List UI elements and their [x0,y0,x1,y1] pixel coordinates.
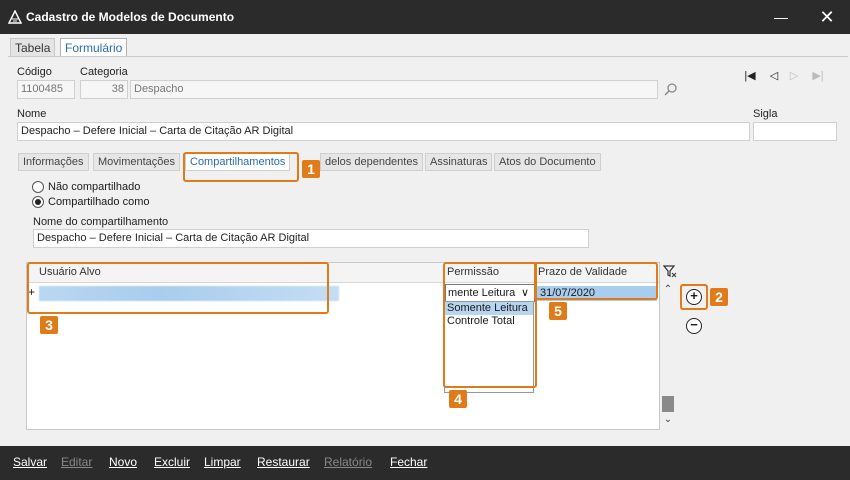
step-badge-3: 3 [40,316,58,334]
tab-atos-do-documento[interactable]: Atos do Documento [494,153,601,171]
clear-button[interactable]: Limpar [204,455,241,469]
tab-assinaturas[interactable]: Assinaturas [425,153,493,171]
window-title: Cadastro de Modelos de Documento [26,10,235,24]
categoria-name-field[interactable]: Despacho [130,80,658,99]
tab-modelos-dependentes[interactable]: delos dependentes [320,153,423,171]
report-button[interactable]: Relatório [324,455,372,469]
tab-movimentacoes[interactable]: Movimentações [93,153,181,171]
delete-button[interactable]: Excluir [154,455,190,469]
last-record-icon[interactable]: ▶| [810,68,826,84]
action-bar: Salvar Editar Novo Excluir Limpar Restau… [0,446,850,480]
highlight-prazo-validade [534,262,658,300]
grid-scrollbar[interactable]: ⌃ ⌄ [660,284,676,430]
sharing-name-field[interactable]: Despacho – Defere Inicial – Carta de Cit… [33,229,589,248]
step-badge-4: 4 [449,390,467,408]
scroll-thumb[interactable] [662,396,674,412]
scroll-up-icon[interactable]: ⌃ [660,284,676,298]
nome-field[interactable]: Despacho – Defere Inicial – Carta de Cit… [17,122,750,141]
minimize-icon[interactable]: — [764,6,798,28]
highlight-usuario-alvo [27,262,329,314]
radio-nao-compartilhado[interactable]: Não compartilhado [32,181,140,193]
radio-label: Compartilhado como [48,196,150,208]
tab-tabela[interactable]: Tabela [10,38,56,56]
search-icon[interactable] [664,82,678,96]
radio-circle-selected [32,196,44,208]
sigla-label: Sigla [753,108,778,120]
app-logo-icon [8,10,22,24]
tab-formulario[interactable]: Formulário [60,38,128,56]
remove-row-icon[interactable]: − [686,318,702,334]
codigo-field[interactable]: 1100485 [17,80,75,99]
step-badge-1: 1 [302,160,320,178]
step-badge-5: 5 [549,302,567,320]
first-record-icon[interactable]: |◀ [742,68,758,84]
radio-compartilhado-como[interactable]: Compartilhado como [32,196,150,208]
tab-informacoes[interactable]: Informações [18,153,89,171]
highlight-compartilhamentos [183,152,299,182]
categoria-label: Categoria [80,66,128,78]
highlight-permissao [443,262,537,388]
edit-button[interactable]: Editar [61,455,92,469]
title-bar: Cadastro de Modelos de Documento — ✕ [0,0,850,34]
scroll-down-icon[interactable]: ⌄ [660,414,676,428]
nome-label: Nome [17,108,47,120]
highlight-add-button [680,284,708,310]
filter-icon[interactable] [663,264,677,278]
close-icon[interactable]: ✕ [810,6,844,28]
new-button[interactable]: Novo [109,455,137,469]
codigo-label: Código [17,66,52,78]
close-button[interactable]: Fechar [390,455,427,469]
categoria-number-field[interactable]: 38 [80,80,128,99]
radio-circle [32,181,44,193]
save-button[interactable]: Salvar [13,455,47,469]
step-badge-2: 2 [710,288,728,306]
radio-label: Não compartilhado [48,181,141,193]
previous-record-icon[interactable]: ◁ [766,68,782,84]
sharing-name-label: Nome do compartilhamento [33,216,169,228]
sigla-field[interactable] [753,122,837,141]
restore-button[interactable]: Restaurar [257,455,310,469]
next-record-icon[interactable]: ▷ [786,68,802,84]
